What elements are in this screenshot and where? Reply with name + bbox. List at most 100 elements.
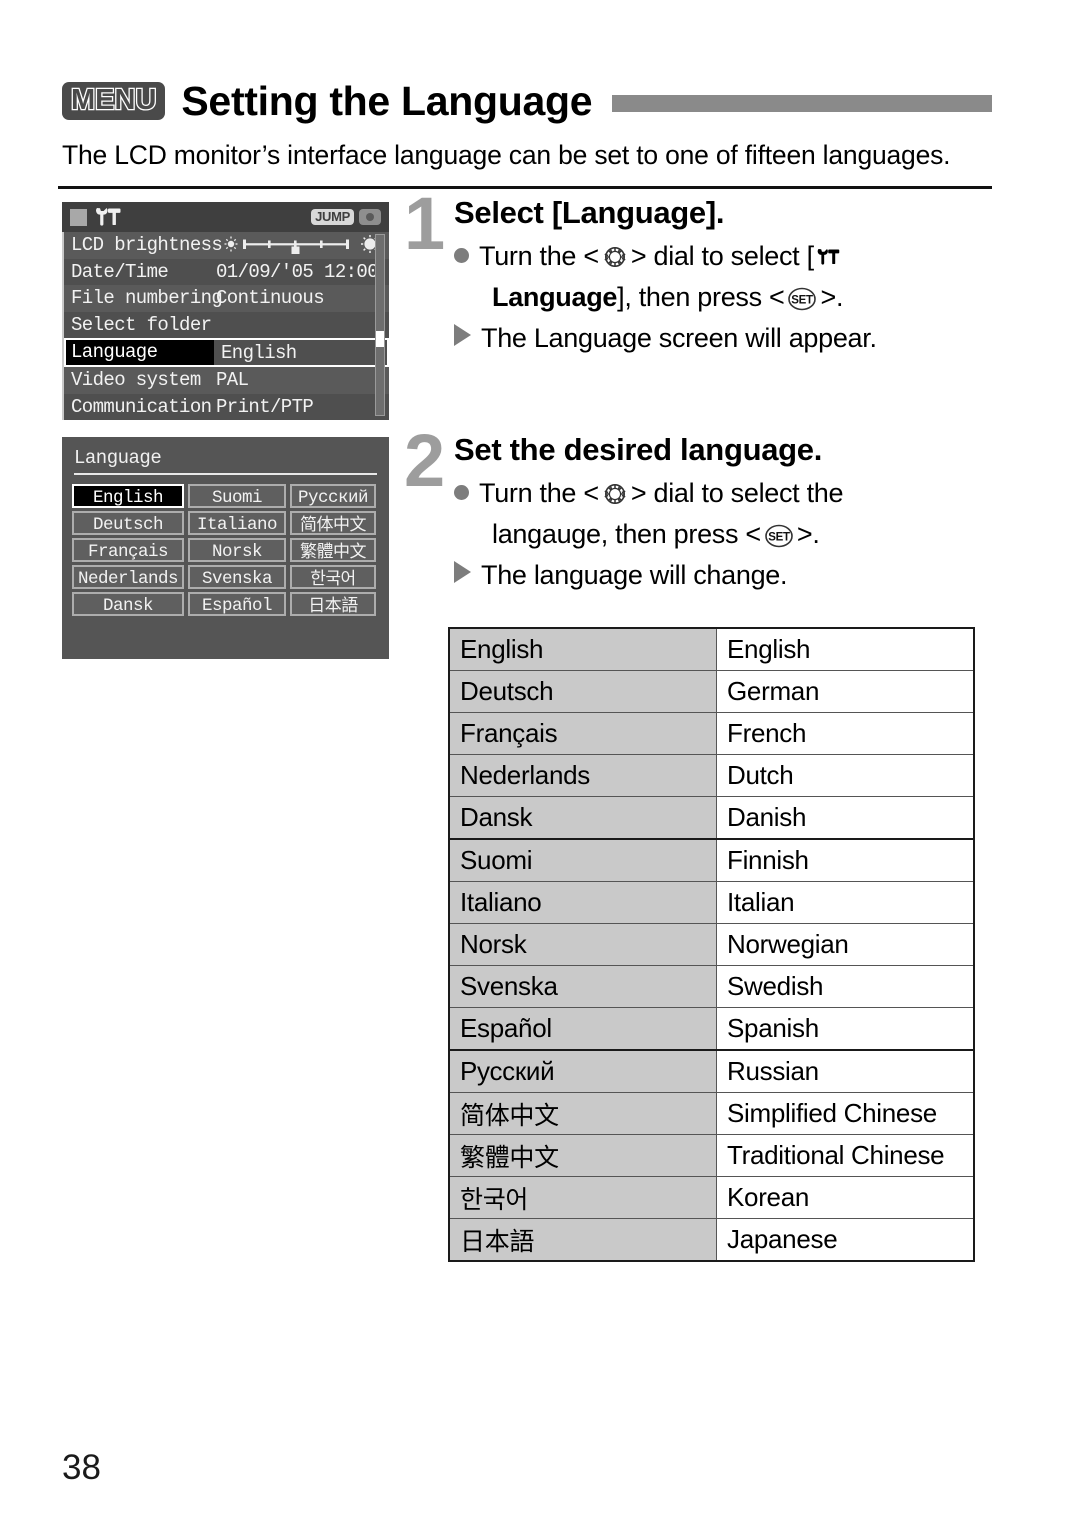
menu-row-label: File numbering: [71, 287, 223, 310]
native-name-cell: Norsk: [448, 923, 717, 966]
step-1-text-a: Turn the <: [479, 241, 599, 271]
lcd-tab-bar: JUMP: [62, 202, 389, 232]
menu-row-label: Language: [66, 340, 214, 365]
lcd-menu-list: LCD brightness Date/Time 01/09/'05 12:00…: [62, 232, 389, 420]
menu-row-value: 01/09/'05 12:00: [216, 260, 379, 283]
set-button-icon: SET: [762, 524, 796, 555]
step-2: 2 Set the desired language. Turn the < > …: [404, 424, 1004, 594]
dial-icon: [600, 483, 630, 513]
language-option[interactable]: 繁體中文: [290, 538, 376, 562]
native-name-cell: 한국어: [448, 1176, 717, 1219]
title-decoration-bar: [612, 94, 992, 112]
step-1-result-text: The Language screen will appear.: [481, 323, 877, 354]
table-row: 简体中文 Simplified Chinese: [448, 1092, 975, 1135]
jump-badge: JUMP: [311, 209, 354, 225]
language-option[interactable]: 简体中文: [290, 511, 376, 535]
table-row: Dansk Danish: [448, 796, 975, 840]
set-button-icon: SET: [785, 287, 819, 318]
step-2-number: 2: [404, 419, 446, 502]
lcd-language-screen-screenshot: Language English Suomi Русский Deutsch I…: [62, 437, 389, 659]
manual-page: MENU Setting the Language The LCD monito…: [0, 0, 1080, 1521]
tab-square-icon: [70, 208, 87, 226]
lcd-setup-menu-screenshot: JUMP LCD brightness Date/Time 01/09/'05 …: [62, 202, 389, 420]
language-option[interactable]: Deutsch: [72, 511, 184, 535]
language-option[interactable]: Norsk: [188, 538, 286, 562]
step-1-heading: Select [Language].: [454, 195, 725, 230]
step-2-result-line: The language will change.: [454, 558, 1004, 594]
step-1-number: 1: [404, 182, 446, 265]
english-name-cell: Russian: [716, 1049, 975, 1093]
svg-text:SET: SET: [768, 531, 790, 543]
language-option[interactable]: 日本語: [290, 592, 376, 616]
step-2-text-c: langauge, then press <: [492, 518, 761, 549]
step-1-bold-term: Language: [492, 281, 618, 312]
menu-row[interactable]: Select folder: [64, 311, 389, 338]
native-name-cell: Русский: [448, 1049, 717, 1093]
menu-badge-label: MENU: [70, 84, 158, 116]
native-name-cell: Italiano: [448, 881, 717, 924]
dial-icon: [600, 246, 630, 276]
language-option[interactable]: Русский: [290, 484, 376, 508]
table-row: Français French: [448, 712, 975, 755]
table-row: English English: [448, 627, 975, 671]
language-option[interactable]: 한국어: [290, 565, 376, 589]
english-name-cell: Dutch: [716, 754, 975, 797]
menu-row-label: Select folder: [71, 313, 212, 336]
english-name-cell: Japanese: [716, 1218, 975, 1262]
native-name-cell: Español: [448, 1007, 717, 1051]
language-option[interactable]: Français: [72, 538, 184, 562]
step-1-text-c: ], then press <: [617, 281, 785, 312]
bullet-dot-icon: [454, 485, 469, 500]
step-1-bullet-line: Turn the < > dial to select [: [454, 239, 1004, 280]
lcd-brightness-slider[interactable]: [224, 235, 382, 255]
menu-row[interactable]: Date/Time 01/09/'05 12:00: [64, 258, 389, 285]
english-name-cell: English: [716, 627, 975, 671]
step-1: 1 Select [Language]. Turn the < > dial to…: [404, 187, 1004, 357]
step-1-continuation-line: Language], then press < SET >.: [454, 280, 1004, 322]
page-header: MENU Setting the Language: [62, 72, 992, 130]
language-option[interactable]: English: [72, 484, 184, 508]
menu-row-label: Video system: [71, 369, 201, 392]
language-option[interactable]: Italiano: [188, 511, 286, 535]
table-row: 日本語 Japanese: [448, 1218, 975, 1262]
step-2-result-text: The language will change.: [481, 560, 788, 591]
header-divider: [58, 186, 992, 189]
native-name-cell: Deutsch: [448, 670, 717, 713]
table-row: Nederlands Dutch: [448, 754, 975, 797]
step-2-text-b: > dial to select the: [630, 478, 844, 508]
scrollbar-thumb[interactable]: [376, 331, 384, 347]
table-row: 繁體中文 Traditional Chinese: [448, 1134, 975, 1177]
native-name-cell: Dansk: [448, 796, 717, 840]
step-2-continuation-line: langauge, then press < SET >.: [454, 517, 1004, 559]
menu-row[interactable]: Video system PAL: [64, 367, 389, 394]
intro-text: The LCD monitor’s interface language can…: [62, 140, 951, 170]
table-row: Italiano Italian: [448, 881, 975, 924]
menu-row-label: LCD brightness: [71, 234, 223, 257]
step-1-body: Turn the < > dial to select [ Language], …: [454, 239, 1004, 357]
language-option[interactable]: Suomi: [188, 484, 286, 508]
menu-row-value: Continuous: [216, 287, 325, 310]
menu-button-icon: MENU: [62, 82, 166, 120]
menu-row[interactable]: LCD brightness: [64, 232, 389, 259]
step-2-heading: Set the desired language.: [454, 432, 823, 467]
table-row: Español Spanish: [448, 1007, 975, 1051]
menu-row[interactable]: Communication Print/PTP: [64, 393, 389, 420]
language-translation-table: English English Deutsch German Français …: [448, 627, 975, 1262]
language-option[interactable]: Svenska: [188, 565, 286, 589]
english-name-cell: Finnish: [716, 838, 975, 882]
setup-wrench-hammer-icon: [93, 206, 127, 228]
lcd-menu-scrollbar[interactable]: [375, 234, 385, 416]
language-option[interactable]: Dansk: [72, 592, 184, 616]
menu-row-value: English: [221, 341, 297, 364]
language-option[interactable]: Nederlands: [72, 565, 184, 589]
english-name-cell: French: [716, 712, 975, 755]
table-row: Svenska Swedish: [448, 965, 975, 1008]
language-option[interactable]: Español: [188, 592, 286, 616]
menu-row-language-selected[interactable]: Language English: [64, 338, 389, 367]
menu-row[interactable]: File numbering Continuous: [64, 285, 389, 312]
step-2-text-a: Turn the <: [479, 478, 599, 508]
table-row: Suomi Finnish: [448, 838, 975, 882]
menu-row-value: PAL: [216, 369, 249, 392]
native-name-cell: Nederlands: [448, 754, 717, 797]
english-name-cell: Spanish: [716, 1007, 975, 1051]
